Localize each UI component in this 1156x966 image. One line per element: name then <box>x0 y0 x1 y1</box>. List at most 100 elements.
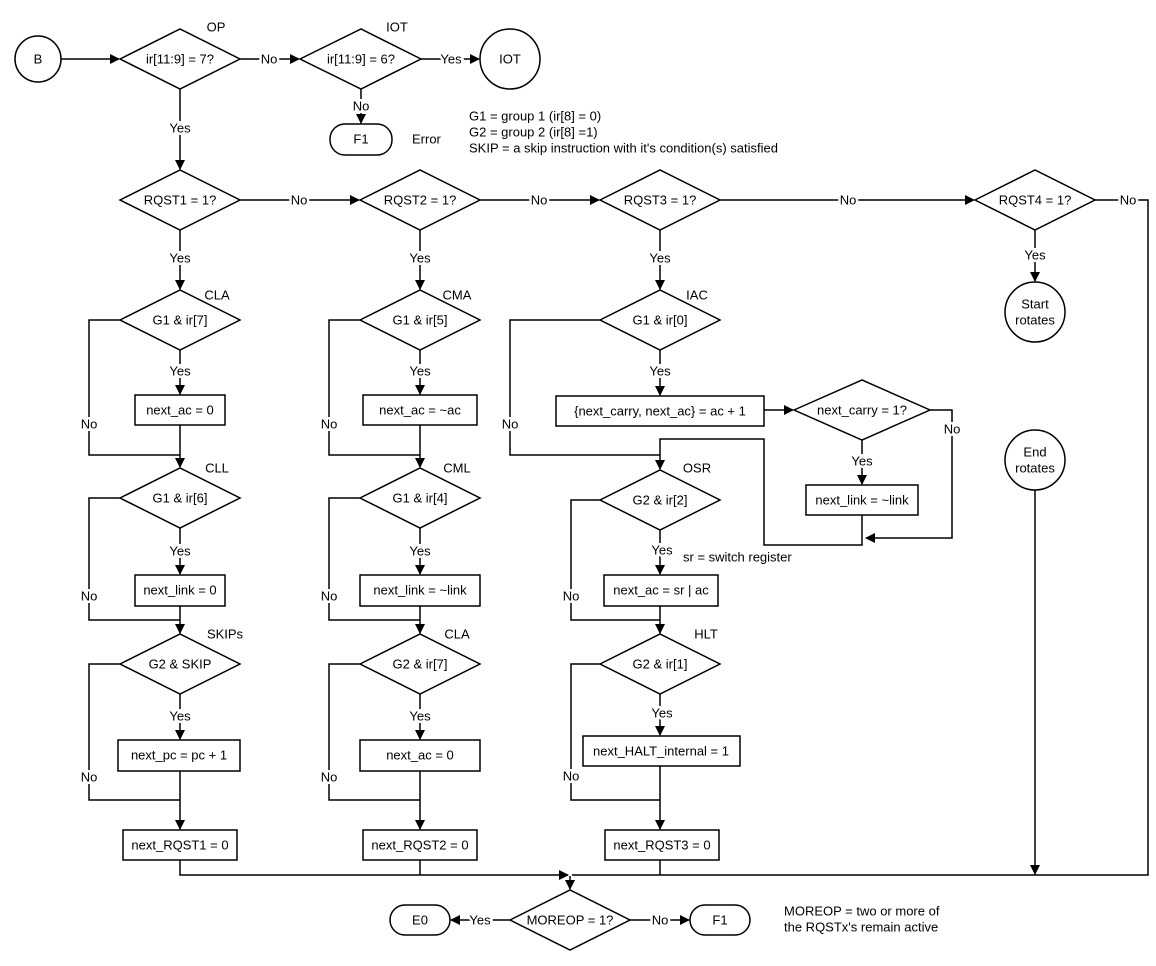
node-label: No <box>261 52 278 67</box>
moreop-decision: MOREOP = 1? <box>508 889 632 951</box>
node-label: next_ac = sr | ac <box>613 583 709 598</box>
node-label: RQST2 = 1? <box>384 193 457 208</box>
node-label: No <box>1120 193 1137 208</box>
node-label: SKIPs <box>207 627 244 642</box>
node-label: No <box>563 589 580 604</box>
legend-notes: G1 = group 1 (ir[8] = 0) G2 = group 2 (i… <box>469 109 778 156</box>
node-label: CLA <box>204 288 230 303</box>
node-label: IAC <box>686 288 708 303</box>
node-label: No <box>321 770 338 785</box>
node-label: G1 & ir[6] <box>153 491 208 506</box>
node-label: Yes <box>469 913 491 928</box>
rqst4-decision: RQST4 = 1? <box>973 169 1097 231</box>
node-label: RQST4 = 1? <box>999 193 1072 208</box>
node-label: next_link = ~link <box>373 583 467 598</box>
node-label: G1 & ir[4] <box>393 491 448 506</box>
node-label: Yes <box>649 364 671 379</box>
node-label: No <box>531 193 548 208</box>
rqst2-decision: RQST2 = 1? <box>358 169 482 231</box>
node-label: OSR <box>683 461 711 476</box>
moreop-note: MOREOP = two or more of the RQSTx's rema… <box>784 904 940 935</box>
node-label: G1 & ir[7] <box>153 313 208 328</box>
rqst3-decision: RQST3 = 1? <box>598 169 722 231</box>
node-label: SKIP = a skip instruction with it's cond… <box>469 141 778 156</box>
error-terminator: F1 Error <box>329 123 442 156</box>
node-label: IOT <box>386 20 408 35</box>
node-label: No <box>81 589 98 604</box>
node-label: MOREOP = two or more of <box>784 904 940 919</box>
start-node: B <box>14 35 62 83</box>
node-label: No <box>321 417 338 432</box>
rqst1-decision: RQST1 = 1? <box>118 169 242 231</box>
node-label: next_ac = 0 <box>146 403 214 418</box>
node-label: {next_carry, next_ac} = ac + 1 <box>574 404 746 419</box>
flowchart: B ir[11:9] = 7? OP ir[11:9] = 6? IOT IOT… <box>14 20 1149 951</box>
node-label: Yes <box>1024 248 1046 263</box>
end-rotates-node: End rotates <box>1004 429 1066 491</box>
node-label: E0 <box>412 913 428 928</box>
node-label: G1 & ir[0] <box>633 313 688 328</box>
node-label: G2 & SKIP <box>149 657 212 672</box>
node-label: Yes <box>169 709 191 724</box>
node-label: next_RQST1 = 0 <box>131 838 228 853</box>
node-label: next_carry = 1? <box>817 403 907 418</box>
node-label: ir[11:9] = 7? <box>146 52 214 67</box>
node-label: Yes <box>409 251 431 266</box>
node-label: next_HALT_internal = 1 <box>593 744 729 759</box>
node-label: IOT <box>499 52 521 67</box>
node-label: Yes <box>409 364 431 379</box>
f1-terminator: F1 <box>689 904 751 936</box>
node-label: No <box>652 913 669 928</box>
node-label: G1 & ir[5] <box>393 313 448 328</box>
node-label: MOREOP = 1? <box>527 913 614 928</box>
start-rotates-node: Start rotates <box>1004 281 1066 343</box>
node-label: No <box>502 417 519 432</box>
node-label: rotates <box>1015 313 1055 328</box>
node-label: Error <box>412 132 442 147</box>
node-label: No <box>81 417 98 432</box>
node-label: Yes <box>169 251 191 266</box>
node-label: CLA <box>444 627 470 642</box>
node-label: sr = switch register <box>683 550 792 565</box>
node-label: No <box>81 770 98 785</box>
node-label: No <box>353 99 370 114</box>
e0-terminator: E0 <box>389 904 451 936</box>
op-decision: ir[11:9] = 7? OP <box>118 20 242 90</box>
node-label: OP <box>207 20 226 35</box>
node-label: rotates <box>1015 461 1055 476</box>
node-label: CLL <box>205 461 229 476</box>
node-label: Yes <box>409 544 431 559</box>
node-label: Yes <box>440 52 462 67</box>
node-label: Yes <box>651 543 673 558</box>
node-label: No <box>944 422 961 437</box>
node-label: Yes <box>851 454 873 469</box>
node-label: RQST1 = 1? <box>144 193 217 208</box>
node-label: G2 & ir[7] <box>393 657 448 672</box>
node-label: HLT <box>694 627 718 642</box>
node-label: B <box>34 52 43 67</box>
node-label: CMA <box>443 288 472 303</box>
node-label: Yes <box>409 709 431 724</box>
edge-labels: No Yes No Yes No No No No Yes Yes Yes No… <box>78 49 1139 930</box>
column-rqst3: G1 & ir[0] IAC {next_carry, next_ac} = a… <box>555 288 932 861</box>
node-label: No <box>321 589 338 604</box>
node-label: RQST3 = 1? <box>624 193 697 208</box>
iot-decision: ir[11:9] = 6? IOT <box>298 20 423 90</box>
node-label: next_link = 0 <box>143 583 216 598</box>
node-label: Start <box>1021 297 1049 312</box>
node-label: G1 = group 1 (ir[8] = 0) <box>469 109 601 124</box>
node-label: Yes <box>651 706 673 721</box>
node-label: the RQSTx's remain active <box>784 920 938 935</box>
node-label: G2 & ir[1] <box>633 657 688 672</box>
node-label: Yes <box>169 364 191 379</box>
node-label: ir[11:9] = 6? <box>327 52 395 67</box>
node-label: F1 <box>712 913 727 928</box>
node-label: next_ac = 0 <box>386 748 454 763</box>
node-label: Yes <box>649 251 671 266</box>
node-label: G2 & ir[2] <box>633 493 688 508</box>
node-label: Yes <box>169 121 191 136</box>
node-label: next_link = ~link <box>815 493 909 508</box>
iot-end-node: IOT <box>479 28 541 90</box>
node-label: G2 = group 2 (ir[8] =1) <box>469 125 598 140</box>
node-label: Yes <box>169 544 191 559</box>
